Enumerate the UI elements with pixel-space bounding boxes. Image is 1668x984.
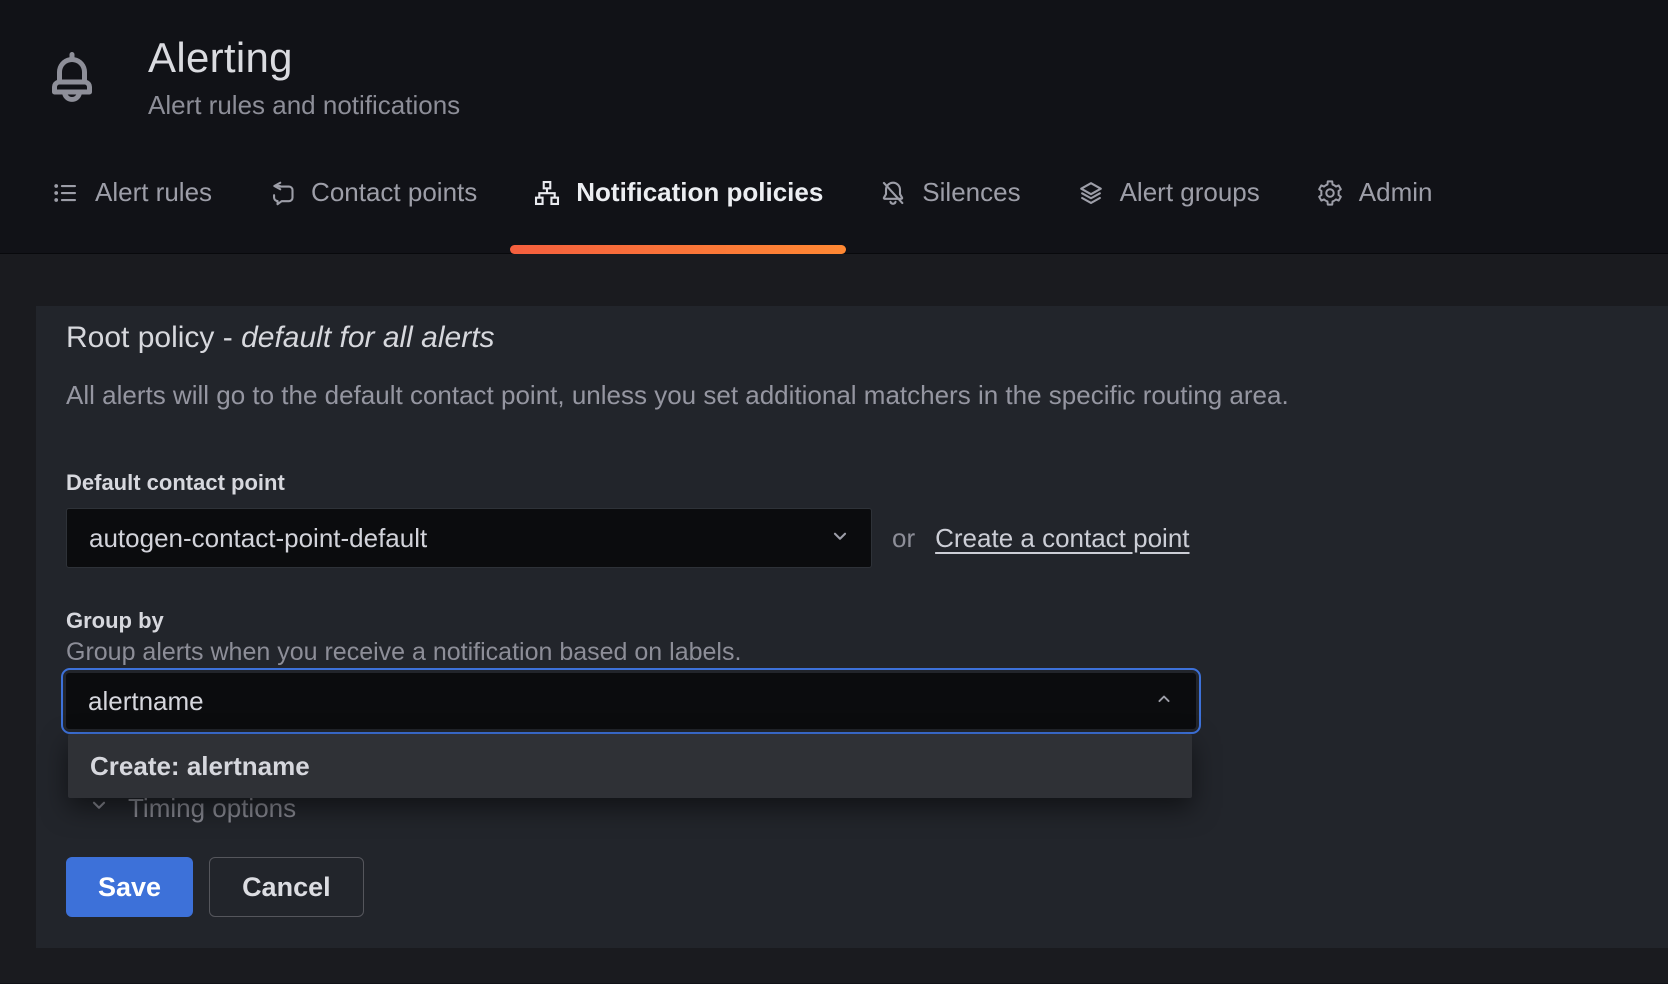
sitemap-icon [533, 179, 561, 207]
tab-admin[interactable]: Admin [1288, 132, 1461, 253]
root-policy-description: All alerts will go to the default contac… [66, 380, 1638, 410]
bell-icon [42, 46, 102, 108]
root-policy-heading: Root policy - default for all alerts [66, 320, 1638, 356]
timing-options-collapse[interactable]: Timing options [88, 794, 1638, 821]
tab-silences[interactable]: Silences [851, 132, 1048, 253]
list-icon [52, 179, 80, 207]
group-by-description: Group alerts when you receive a notifica… [66, 638, 1638, 666]
page-subtitle: Alert rules and notifications [148, 90, 460, 121]
group-by-dropdown-menu: Create: alertname [68, 734, 1192, 798]
group-by-input[interactable] [88, 686, 1154, 717]
contact-point-row: autogen-contact-point-default or Create … [66, 508, 1638, 568]
group-by-input-container [66, 673, 1196, 729]
default-contact-point-select[interactable]: autogen-contact-point-default [66, 508, 872, 568]
heading-italic: default for all alerts [241, 321, 494, 354]
tab-label: Admin [1359, 177, 1433, 208]
page-header: Alerting Alert rules and notifications [0, 0, 1668, 128]
tab-label: Notification policies [576, 177, 823, 208]
tab-alert-groups[interactable]: Alert groups [1049, 132, 1288, 253]
default-contact-point-label: Default contact point [66, 470, 1638, 496]
root-policy-panel: Root policy - default for all alerts All… [36, 306, 1668, 948]
timing-options-label: Timing options [128, 796, 296, 820]
comment-share-icon [268, 179, 296, 207]
tab-alert-rules[interactable]: Alert rules [24, 132, 240, 253]
gear-icon [1316, 179, 1344, 207]
chevron-down-icon [829, 525, 851, 552]
menu-option-create-alertname[interactable]: Create: alertname [68, 734, 1192, 798]
select-value: autogen-contact-point-default [89, 523, 829, 554]
page-title: Alerting [148, 33, 460, 83]
angle-down-icon [88, 794, 110, 821]
tab-bar: Alert rules Contact points Notification … [0, 132, 1668, 254]
heading-regular: Root policy - [66, 321, 233, 354]
group-by-combobox-wrap: Create: alertname [61, 668, 1201, 734]
cancel-button[interactable]: Cancel [209, 857, 364, 917]
chevron-up-icon[interactable] [1154, 689, 1174, 714]
or-text: or [892, 523, 915, 554]
tab-label: Alert groups [1120, 177, 1260, 208]
tab-notification-policies[interactable]: Notification policies [505, 132, 851, 253]
tab-label: Silences [922, 177, 1020, 208]
bell-slash-icon [879, 179, 907, 207]
save-button[interactable]: Save [66, 857, 193, 917]
tab-label: Contact points [311, 177, 477, 208]
layers-icon [1077, 179, 1105, 207]
tab-label: Alert rules [95, 177, 212, 208]
form-buttons: Save Cancel [66, 857, 1638, 917]
create-contact-point-link[interactable]: Create a contact point [935, 523, 1189, 554]
group-by-combobox [61, 668, 1201, 734]
tab-contact-points[interactable]: Contact points [240, 132, 505, 253]
active-tab-underline [510, 245, 846, 254]
content-area: Root policy - default for all alerts All… [0, 254, 1668, 983]
group-by-label: Group by [66, 608, 1638, 634]
